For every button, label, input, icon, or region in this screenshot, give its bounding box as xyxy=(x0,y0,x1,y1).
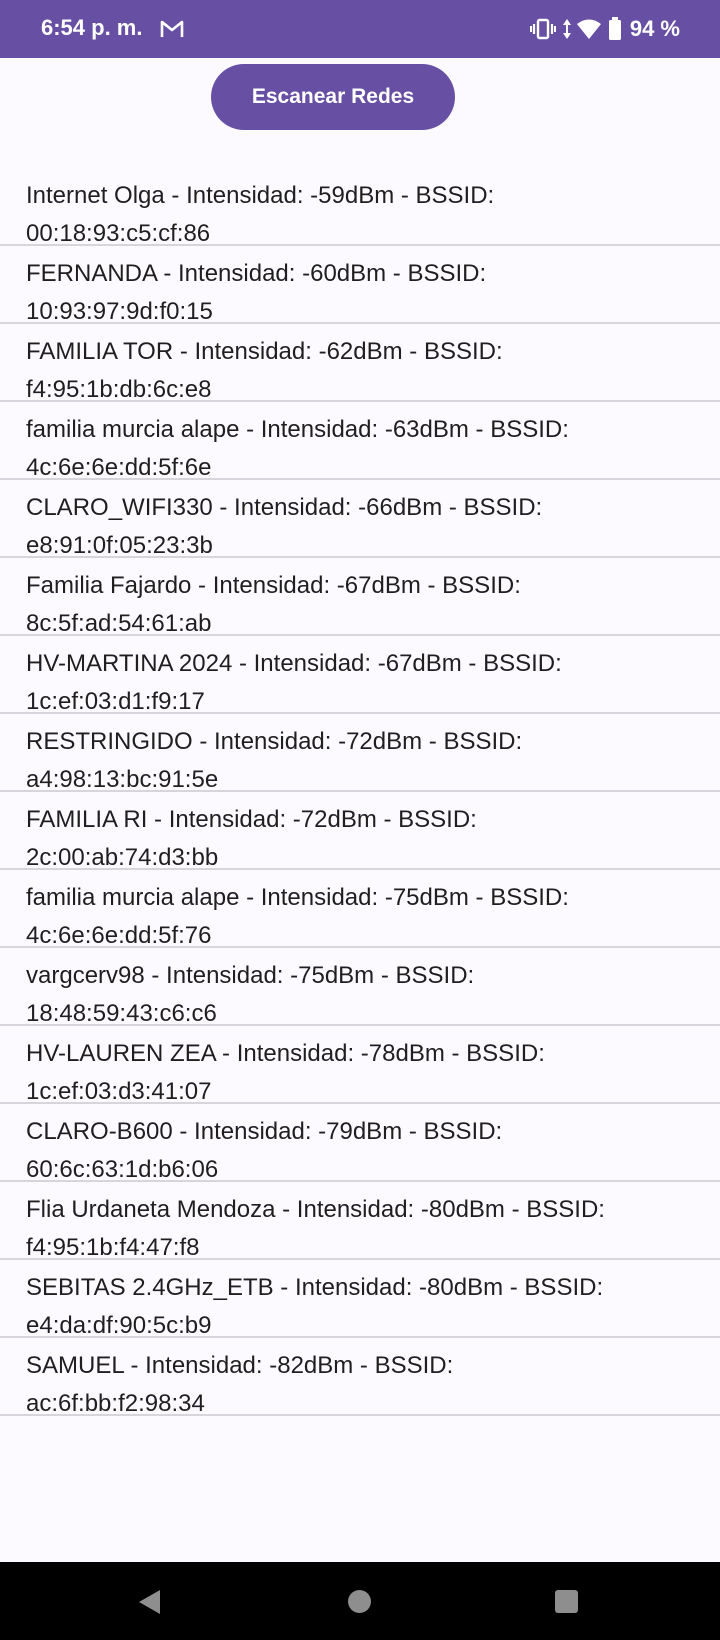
network-name-signal: FERNANDA - Intensidad: -60dBm - BSSID: xyxy=(26,260,487,287)
status-time: 6:54 p. m. xyxy=(41,15,143,40)
network-list-item: RESTRINGIDO - Intensidad: -72dBm - BSSID… xyxy=(0,714,720,793)
network-list-item: Internet Olga - Intensidad: -59dBm - BSS… xyxy=(0,168,720,247)
network-list-item: Flia Urdaneta Mendoza - Intensidad: -80d… xyxy=(0,1182,720,1261)
network-list: Internet Olga - Intensidad: -59dBm - BSS… xyxy=(0,168,720,1417)
network-list-item: FERNANDA - Intensidad: -60dBm - BSSID: 10… xyxy=(0,246,720,325)
network-name-signal: SAMUEL - Intensidad: -82dBm - BSSID: xyxy=(26,1352,454,1379)
scan-networks-button[interactable]: Escanear Redes xyxy=(211,64,455,130)
network-name-signal: CLARO-B600 - Intensidad: -79dBm - BSSID: xyxy=(26,1118,503,1145)
network-name-signal: HV-MARTINA 2024 - Intensidad: -67dBm - B… xyxy=(26,650,562,677)
network-name-signal: SEBITAS 2.4GHz_ETB - Intensidad: -80dBm … xyxy=(26,1274,604,1301)
network-name-signal: FAMILIA TOR - Intensidad: -62dBm - BSSID… xyxy=(26,338,503,365)
network-list-item: familia murcia alape - Intensidad: -63dB… xyxy=(0,402,720,481)
network-name-signal: CLARO_WIFI330 - Intensidad: -66dBm - BSS… xyxy=(26,494,543,521)
network-name-signal: Internet Olga - Intensidad: -59dBm - BSS… xyxy=(26,182,495,209)
network-list-item: familia murcia alape - Intensidad: -75dB… xyxy=(0,870,720,949)
network-name-signal: Familia Fajardo - Intensidad: -67dBm - B… xyxy=(26,572,521,599)
network-list-item: SEBITAS 2.4GHz_ETB - Intensidad: -80dBm … xyxy=(0,1260,720,1339)
battery-percent: 94 % xyxy=(629,16,680,41)
gmail-icon xyxy=(160,19,184,39)
network-name-signal: RESTRINGIDO - Intensidad: -72dBm - BSSID… xyxy=(26,728,523,755)
network-list-item: SAMUEL - Intensidad: -82dBm - BSSID: ac:6… xyxy=(0,1338,720,1417)
network-list-item: CLARO-B600 - Intensidad: -79dBm - BSSID:… xyxy=(0,1104,720,1183)
network-name-signal: HV-LAUREN ZEA - Intensidad: -78dBm - BSS… xyxy=(26,1040,545,1067)
wifi-icon xyxy=(576,18,602,40)
network-list-item: HV-LAUREN ZEA - Intensidad: -78dBm - BSS… xyxy=(0,1026,720,1105)
network-list-item: FAMILIA RI - Intensidad: -72dBm - BSSID:… xyxy=(0,792,720,871)
navigation-bar xyxy=(0,1562,720,1640)
status-icons: 94 % xyxy=(529,13,680,45)
status-bar: 6:54 p. m. 94 % xyxy=(0,0,720,58)
home-icon[interactable] xyxy=(348,1590,371,1613)
data-arrows-icon xyxy=(562,17,572,41)
network-name-signal: FAMILIA RI - Intensidad: -72dBm - BSSID: xyxy=(26,806,477,833)
network-name-signal: familia murcia alape - Intensidad: -75dB… xyxy=(26,884,569,911)
battery-icon xyxy=(608,17,622,41)
vibrate-icon xyxy=(529,17,556,41)
network-list-item: FAMILIA TOR - Intensidad: -62dBm - BSSID… xyxy=(0,324,720,403)
network-list-item: vargcerv98 - Intensidad: -75dBm - BSSID:… xyxy=(0,948,720,1027)
recents-icon[interactable] xyxy=(555,1590,578,1613)
network-list-item: HV-MARTINA 2024 - Intensidad: -67dBm - B… xyxy=(0,636,720,715)
network-name-signal: familia murcia alape - Intensidad: -63dB… xyxy=(26,416,569,443)
network-bssid: ac:6f:bb:f2:98:34 xyxy=(26,1390,205,1417)
network-list-item: CLARO_WIFI330 - Intensidad: -66dBm - BSS… xyxy=(0,480,720,559)
network-name-signal: vargcerv98 - Intensidad: -75dBm - BSSID: xyxy=(26,962,475,989)
network-name-signal: Flia Urdaneta Mendoza - Intensidad: -80d… xyxy=(26,1196,605,1223)
back-icon[interactable] xyxy=(136,1588,162,1621)
network-list-item: Familia Fajardo - Intensidad: -67dBm - B… xyxy=(0,558,720,637)
